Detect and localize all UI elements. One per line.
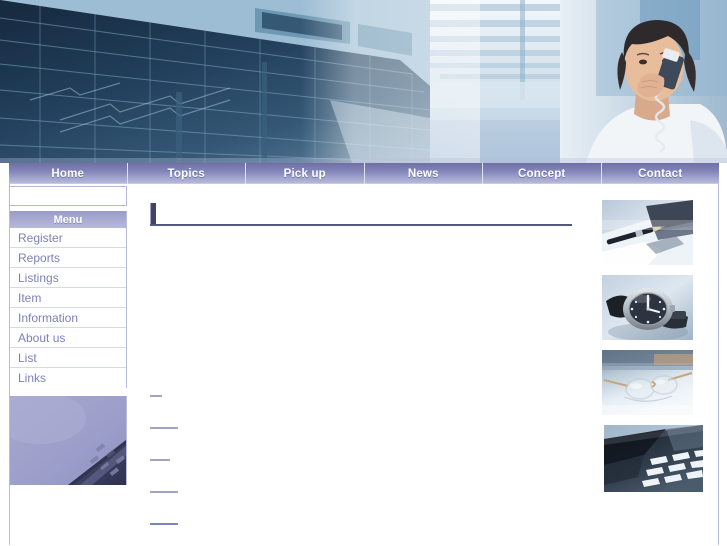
- eyeglasses-image: [602, 350, 693, 415]
- nav-item-pick-up[interactable]: Pick up: [246, 163, 365, 184]
- sidebar-item-information[interactable]: Information: [10, 308, 126, 328]
- header-banner: [0, 0, 727, 163]
- right-photo-column: [602, 200, 703, 502]
- nav-item-home[interactable]: Home: [9, 163, 128, 184]
- nav-item-news[interactable]: News: [365, 163, 483, 184]
- sidebar-item-register[interactable]: Register: [10, 228, 126, 248]
- sidebar-menu-list: Register Reports Listings Item Informati…: [9, 228, 127, 388]
- sidebar-item-links[interactable]: Links: [10, 368, 126, 388]
- content-link-4[interactable]: [150, 491, 178, 493]
- list-item: [150, 482, 450, 514]
- sidebar-item-item[interactable]: Item: [10, 288, 126, 308]
- content-body-text: [150, 234, 572, 374]
- pen-and-notebook-photo: [602, 200, 693, 265]
- search-box[interactable]: [9, 186, 127, 206]
- eyeglasses-photo: [602, 350, 693, 415]
- telephone-keypad-image: [604, 425, 703, 492]
- list-item: [150, 386, 450, 418]
- sidebar-item-listings[interactable]: Listings: [10, 268, 126, 288]
- content-heading: [150, 200, 572, 226]
- main-content: [150, 200, 572, 374]
- sidebar-menu-heading: Menu: [9, 211, 127, 228]
- keyboard-photo-image: [10, 396, 126, 485]
- banner-image: [0, 0, 727, 163]
- content-link-3[interactable]: [150, 459, 170, 461]
- main-navigation: Home Topics Pick up News Concept Contact: [9, 163, 719, 184]
- list-item: [150, 450, 450, 482]
- keyboard-photo: [9, 396, 127, 485]
- sidebar-item-about-us[interactable]: About us: [10, 328, 126, 348]
- telephone-keypad-photo: [604, 425, 703, 492]
- sidebar-item-reports[interactable]: Reports: [10, 248, 126, 268]
- nav-item-topics[interactable]: Topics: [128, 163, 246, 184]
- heading-accent-bar: [150, 203, 156, 224]
- nav-item-contact[interactable]: Contact: [602, 163, 720, 184]
- sidebar-item-list[interactable]: List: [10, 348, 126, 368]
- search-input[interactable]: [10, 187, 126, 205]
- content-link-2[interactable]: [150, 427, 178, 429]
- content-link-list: [150, 386, 450, 546]
- list-item: [150, 418, 450, 450]
- content-link-1[interactable]: [150, 395, 162, 397]
- sidebar: Menu Register Reports Listings Item Info…: [9, 186, 127, 485]
- content-link-5[interactable]: [150, 523, 178, 525]
- nav-item-concept[interactable]: Concept: [483, 163, 602, 184]
- wristwatch-photo: [602, 275, 693, 340]
- pen-and-notebook-image: [602, 200, 693, 265]
- list-item: [150, 514, 450, 546]
- wristwatch-image: [602, 275, 693, 340]
- page-root: Home Topics Pick up News Concept Contact…: [0, 0, 727, 545]
